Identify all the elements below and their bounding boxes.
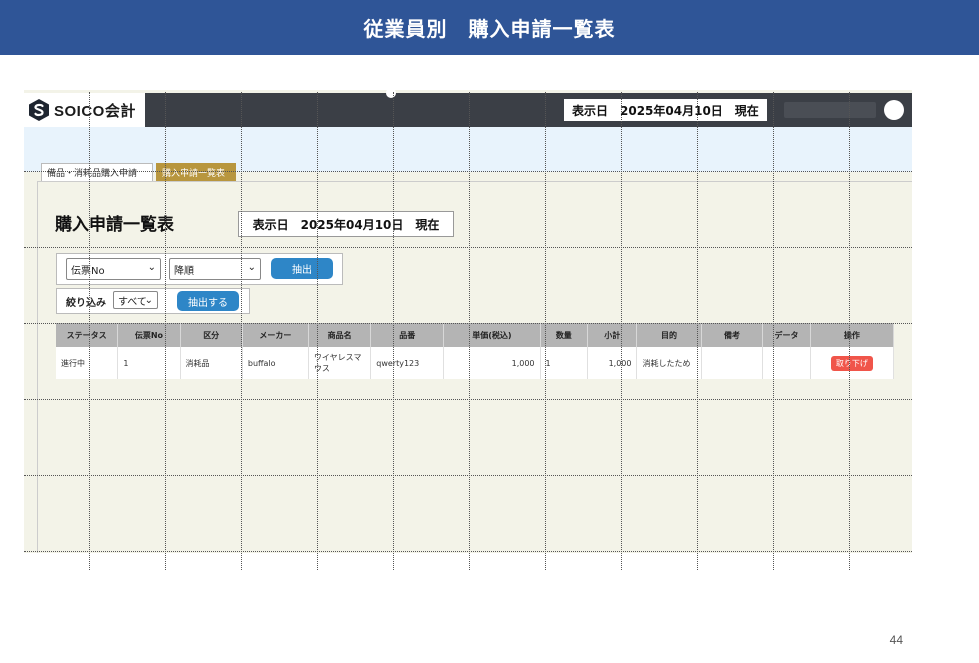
withdraw-button[interactable]: 取り下げ (830, 355, 873, 371)
col-action: 操作 (810, 323, 895, 347)
grid-line (773, 92, 774, 570)
narrow-select[interactable]: すべて ⌄ (113, 291, 158, 309)
grid-line (545, 92, 546, 570)
table-header-row: ステータス 伝票No 区分 メーカー 商品名 品番 単価(税込) 数量 小計 目… (56, 323, 895, 347)
chevron-down-icon: ⌄ (247, 262, 256, 273)
cell-unit-price: 1,000 (443, 347, 541, 379)
chevron-down-icon: ⌄ (144, 295, 153, 306)
col-data: データ (762, 323, 811, 347)
sort-field-value: 伝票No (71, 265, 105, 277)
slide-title: 従業員別 購入申請一覧表 (0, 0, 979, 55)
cell-quantity: 1 (540, 347, 589, 379)
col-quantity: 数量 (540, 323, 589, 347)
chevron-down-icon: ⌄ (147, 262, 156, 273)
grid-line (89, 92, 90, 570)
app-topbar: SOICO会計 表示日 2025年04月10日 現在 (24, 93, 912, 127)
cell-status: 進行中 (56, 347, 119, 379)
grid-line (393, 92, 394, 570)
grid-line (849, 92, 850, 570)
cell-part-no: qwerty123 (370, 347, 445, 379)
col-status: ステータス (56, 323, 119, 347)
grid-line (621, 92, 622, 570)
sort-order-value: 降順 (174, 265, 194, 277)
sort-filter-box: 伝票No ⌄ 降順 ⌄ 抽出 (56, 253, 343, 285)
grid-line (24, 247, 912, 248)
logo-text: SOICO会計 (54, 102, 136, 120)
sort-order-select[interactable]: 降順 ⌄ (169, 258, 261, 280)
page-number: 44 (889, 633, 903, 647)
app-screenshot: SOICO会計 表示日 2025年04月10日 現在 備品・消耗品購入申請 購入… (24, 90, 912, 553)
grid-line (317, 92, 318, 570)
sort-field-select[interactable]: 伝票No ⌄ (66, 258, 161, 280)
col-maker: メーカー (242, 323, 309, 347)
grid-line (24, 551, 912, 552)
cell-category: 消耗品 (180, 347, 243, 379)
logo[interactable]: SOICO会計 (24, 93, 145, 127)
narrow-filter-box: 絞り込み すべて ⌄ 抽出する (56, 288, 250, 314)
grid-line (24, 171, 912, 172)
soico-s-hexagon-icon (29, 99, 49, 121)
col-part-no: 品番 (370, 323, 445, 347)
tab-purchase-request[interactable]: 備品・消耗品購入申請 (41, 163, 153, 181)
narrow-value: すべて (118, 296, 147, 308)
user-name-redacted (784, 102, 876, 118)
cell-purpose: 消耗したため (636, 347, 702, 379)
extract-button[interactable]: 抽出 (271, 258, 333, 279)
request-table: ステータス 伝票No 区分 メーカー 商品名 品番 単価(税込) 数量 小計 目… (56, 323, 895, 379)
grid-line (24, 475, 912, 476)
cell-note (701, 347, 764, 379)
col-unit-price: 単価(税込) (443, 323, 541, 347)
narrow-extract-button[interactable]: 抽出する (177, 291, 239, 311)
top-display-date: 表示日 2025年04月10日 現在 (564, 99, 767, 121)
cell-data (762, 347, 811, 379)
col-note: 備考 (701, 323, 764, 347)
cell-subtotal: 1,000 (587, 347, 638, 379)
col-subtotal: 小計 (587, 323, 638, 347)
cell-action: 取り下げ (810, 347, 895, 379)
grid-line (24, 399, 912, 400)
narrow-label: 絞り込み (66, 298, 106, 309)
tab-request-list[interactable]: 購入申請一覧表 (156, 163, 236, 181)
cell-maker: buffalo (242, 347, 309, 379)
table-row: 進行中 1 消耗品 buffalo ワイヤレスマウス qwerty123 1,0… (56, 347, 895, 379)
display-date-box: 表示日 2025年04月10日 現在 (238, 211, 454, 237)
avatar[interactable] (884, 100, 904, 120)
page-title: 購入申請一覧表 (55, 215, 174, 235)
cell-slip-no: 1 (117, 347, 181, 379)
col-slip-no: 伝票No (117, 323, 181, 347)
grid-line (24, 323, 912, 324)
grid-line (469, 92, 470, 570)
grid-line (241, 92, 242, 570)
col-purpose: 目的 (636, 323, 702, 347)
col-category: 区分 (180, 323, 243, 347)
grid-line (165, 92, 166, 570)
grid-line (697, 92, 698, 570)
